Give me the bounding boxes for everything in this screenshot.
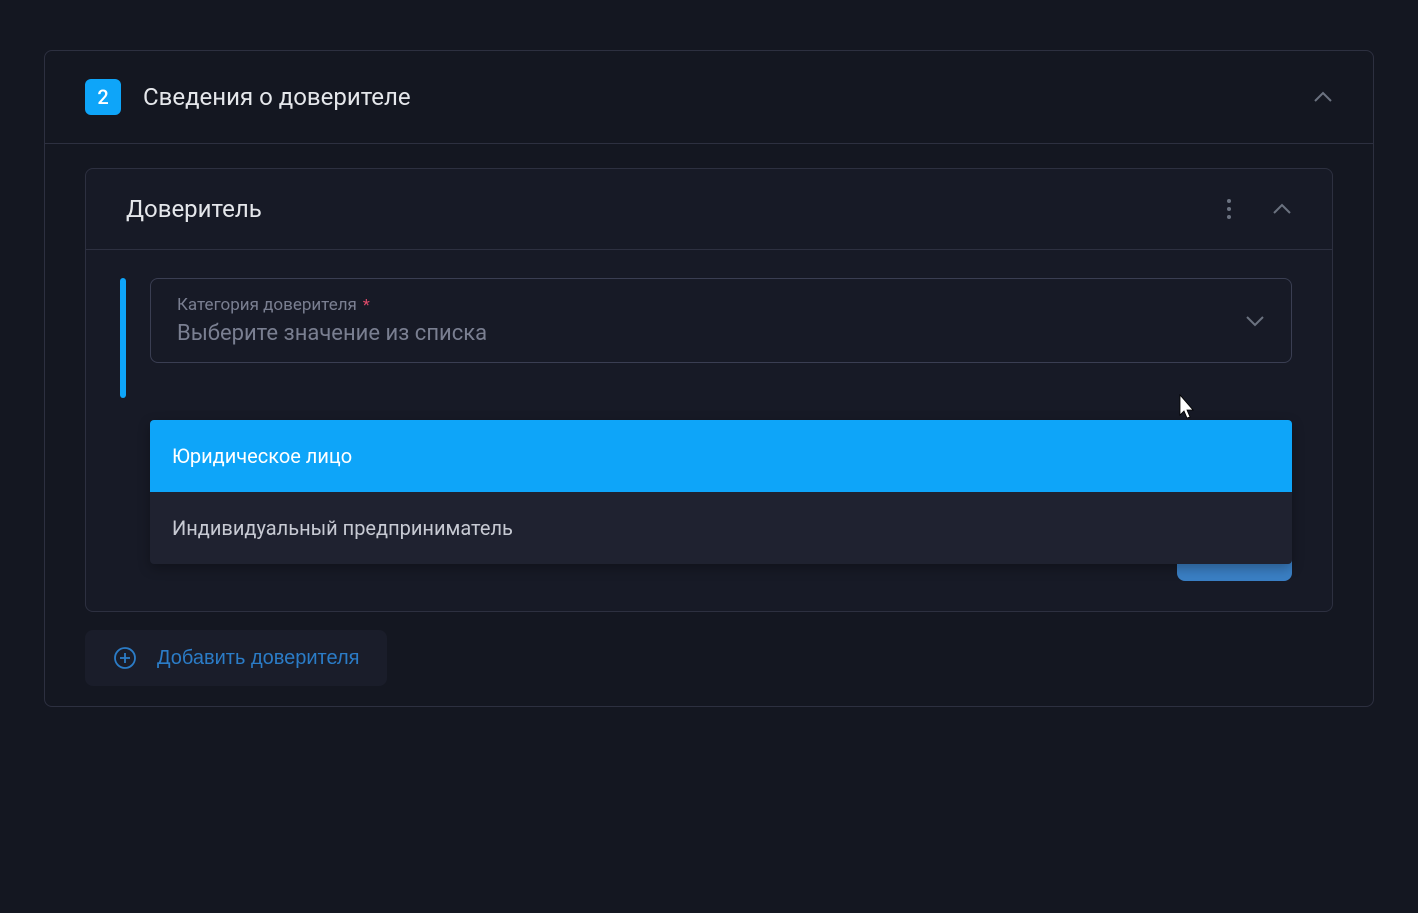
more-vertical-icon <box>1226 198 1232 220</box>
panel-body: Доверитель <box>45 143 1373 686</box>
inner-panel: Доверитель <box>85 168 1333 612</box>
accent-bar <box>120 278 126 398</box>
step-badge: 2 <box>85 79 121 115</box>
select-placeholder: Выберите значение из списка <box>177 321 1245 346</box>
select-label: Категория доверителя <box>177 295 357 315</box>
dropdown-option-individual-entrepreneur[interactable]: Индивидуальный предприниматель <box>150 492 1292 564</box>
add-button-label: Добавить доверителя <box>157 647 359 670</box>
inner-panel-title: Доверитель <box>126 195 1204 223</box>
panel-title: Сведения о доверителе <box>143 83 1291 111</box>
step-number: 2 <box>97 85 108 109</box>
add-principal-button[interactable]: Добавить доверителя <box>85 630 387 686</box>
inner-panel-header: Доверитель <box>86 169 1332 249</box>
category-dropdown: Юридическое лицо Индивидуальный предприн… <box>150 420 1292 564</box>
select-texts: Категория доверителя * Выберите значение… <box>177 295 1245 346</box>
field-wrapper: Категория доверителя * Выберите значение… <box>120 278 1292 398</box>
inner-panel-collapse-toggle[interactable] <box>1272 203 1292 215</box>
more-options-button[interactable] <box>1226 198 1232 220</box>
panel-collapse-toggle[interactable] <box>1313 91 1333 103</box>
select-chevron <box>1245 315 1265 327</box>
plus-circle-icon <box>113 646 137 670</box>
select-container: Категория доверителя * Выберите значение… <box>150 278 1292 398</box>
category-select[interactable]: Категория доверителя * Выберите значение… <box>150 278 1292 363</box>
chevron-down-icon <box>1245 315 1265 327</box>
dropdown-option-legal-entity[interactable]: Юридическое лицо <box>150 420 1292 492</box>
main-panel: 2 Сведения о доверителе Доверитель <box>44 50 1374 707</box>
chevron-up-icon <box>1313 91 1333 103</box>
chevron-up-icon <box>1272 203 1292 215</box>
panel-header: 2 Сведения о доверителе <box>45 51 1373 143</box>
required-asterisk: * <box>363 295 370 314</box>
select-label-wrapper: Категория доверителя * <box>177 295 1245 315</box>
inner-panel-body: Категория доверителя * Выберите значение… <box>86 249 1332 398</box>
